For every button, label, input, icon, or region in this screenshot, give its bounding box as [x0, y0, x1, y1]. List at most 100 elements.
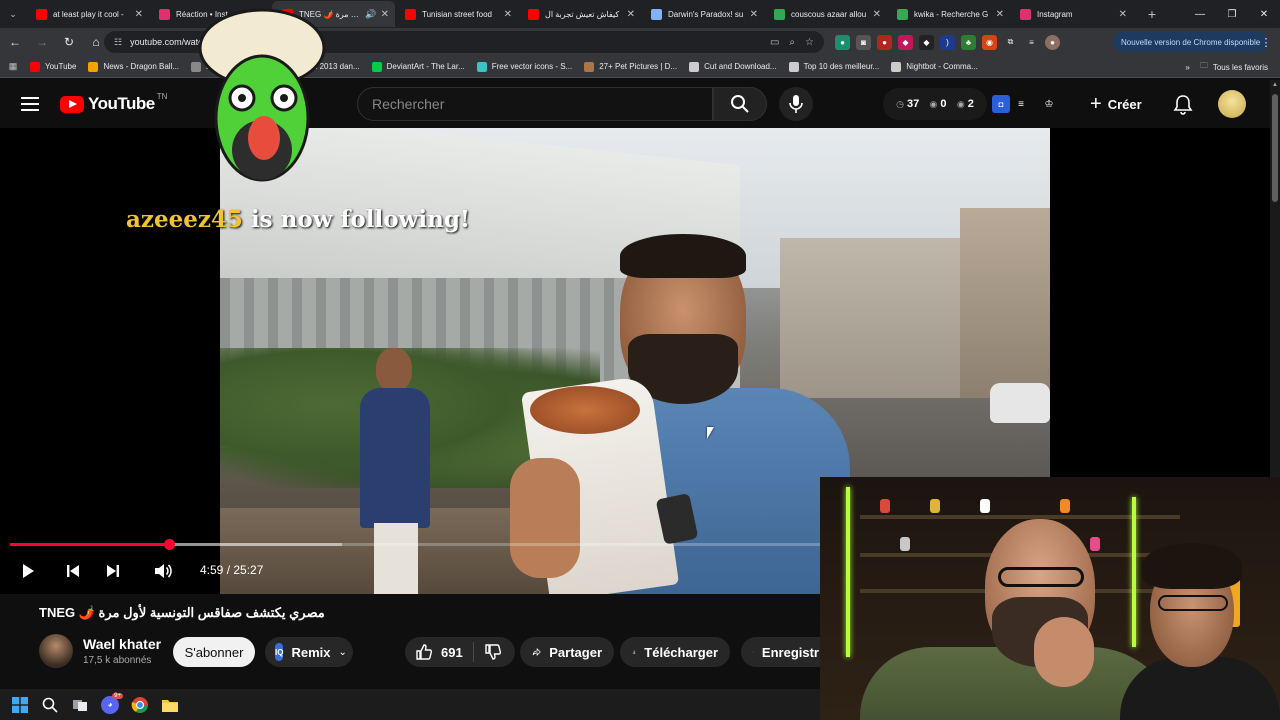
next-button[interactable] — [102, 560, 124, 582]
all-bookmarks[interactable]: 🗀 Tous les favoris — [1200, 60, 1268, 74]
close-window-icon[interactable]: ✕ — [1248, 0, 1280, 28]
figurine — [1060, 499, 1070, 513]
camera-extension-icon[interactable]: ◙ — [856, 34, 871, 50]
subscribe-button[interactable]: S'abonner — [173, 637, 255, 667]
extensions-puzzle-icon[interactable]: ⧉ — [1003, 35, 1018, 50]
tab-close-icon[interactable]: ✕ — [135, 9, 143, 20]
tab-favicon-icon — [405, 8, 416, 20]
volume-button[interactable] — [152, 560, 174, 582]
extension-orange-icon[interactable]: ◉ — [982, 34, 997, 50]
volume-icon — [155, 564, 172, 578]
queue-list-icon[interactable]: ≡ — [1012, 95, 1030, 113]
windows-start-icon[interactable] — [10, 695, 30, 715]
bookmark-item[interactable]: YouTube — [30, 61, 76, 72]
extension-red-icon[interactable]: ● — [877, 34, 892, 50]
figurine — [1090, 537, 1100, 551]
stat-views: ◉ 0 — [930, 98, 947, 110]
apps-grid-icon[interactable]: ▦ — [6, 60, 20, 74]
tab-title: Tunisian street food — [422, 9, 492, 19]
tab-audio-icon[interactable]: 🔊 — [365, 9, 376, 20]
extension-icon[interactable]: ● — [835, 34, 850, 50]
chrome-update-chip[interactable]: Nouvelle version de Chrome disponible — [1113, 32, 1269, 52]
back-icon[interactable]: ← — [3, 30, 27, 54]
bookmark-item[interactable]: News - Dragon Ball... — [88, 61, 179, 72]
tab-close-icon[interactable]: ✕ — [1119, 9, 1127, 20]
search-button[interactable] — [713, 87, 767, 121]
forward-icon[interactable]: → — [30, 30, 54, 54]
browser-tab[interactable]: كيفاش تعيش تجربة ال ✕ — [518, 1, 641, 27]
notifications-bell-icon[interactable] — [1172, 93, 1194, 115]
extension-green-icon[interactable]: ♣ — [961, 34, 976, 50]
bookmark-star-icon[interactable]: ☆ — [805, 37, 814, 48]
minimize-icon[interactable]: — — [1184, 0, 1216, 28]
site-info-icon[interactable]: ☷ — [114, 37, 122, 48]
discord-icon[interactable]: ◕ 9+ — [100, 692, 123, 715]
voice-search-button[interactable] — [779, 87, 813, 121]
bookmark-item[interactable]: Top 10 des meilleur... — [788, 61, 879, 72]
stat-viewers: ◉ 2 — [957, 98, 974, 110]
task-view-icon[interactable] — [70, 695, 90, 715]
channel-avatar[interactable] — [39, 634, 73, 668]
browser-tab[interactable]: at least play it cool - ✕ — [26, 1, 149, 27]
profile-icon[interactable]: ● — [1045, 34, 1060, 50]
zoom-icon[interactable]: ⌕ — [789, 37, 795, 48]
channel-name[interactable]: Wael khater — [83, 636, 161, 652]
crown-icon[interactable]: ♔ — [1040, 95, 1058, 113]
stat-viewers-value: 2 — [967, 98, 974, 110]
bookmark-item[interactable]: Nightbot - Comma... — [891, 61, 978, 72]
extension-dark-icon[interactable]: ◆ — [919, 34, 934, 50]
tab-close-icon[interactable]: ✕ — [996, 9, 1004, 20]
extension-stats-chip[interactable]: ◷ 37 ◉ 0 ◉ 2 — [883, 88, 987, 120]
chrome-menu-icon[interactable]: ⋮ — [1258, 32, 1274, 52]
extension-square-icon[interactable]: ◘ — [992, 95, 1010, 113]
browser-tab[interactable]: Darwin's Paradox! su ✕ — [641, 1, 764, 27]
extension-pink-icon[interactable]: ◆ — [898, 34, 913, 50]
bookmark-item[interactable]: Cut and Download... — [689, 61, 777, 72]
browser-tab[interactable]: kwika - Recherche G ✕ — [887, 1, 1010, 27]
tab-close-icon[interactable]: ✕ — [873, 9, 881, 20]
create-button[interactable]: + Créer — [1090, 88, 1152, 120]
youtube-logo-text: YouTube — [88, 94, 155, 113]
remix-button[interactable]: IQ Remix ⌄ — [265, 637, 353, 667]
tab-search-icon[interactable]: ⌄ — [0, 1, 26, 27]
scrollbar-thumb[interactable] — [1272, 94, 1278, 202]
play-button[interactable] — [17, 560, 39, 582]
new-tab-button[interactable]: + — [1139, 1, 1165, 27]
browser-tab[interactable]: Instagram ✕ — [1010, 1, 1133, 27]
reading-list-icon[interactable]: ≡ — [1024, 35, 1039, 50]
account-avatar[interactable] — [1218, 90, 1246, 118]
share-button[interactable]: Partager — [520, 637, 614, 667]
browser-tab[interactable]: Tunisian street food ✕ — [395, 1, 518, 27]
youtube-logo[interactable]: YouTube TN — [60, 92, 167, 114]
search-input[interactable] — [372, 96, 712, 112]
like-button[interactable]: 691 — [415, 643, 463, 661]
chrome-icon[interactable] — [130, 695, 150, 715]
scroll-up-icon[interactable]: ▲ — [1270, 82, 1280, 92]
download-button[interactable]: Télécharger — [620, 637, 730, 667]
cast-icon[interactable]: ▭ — [770, 37, 779, 48]
browser-tab[interactable]: couscous azaar allou ✕ — [764, 1, 887, 27]
dislike-button[interactable] — [484, 643, 502, 661]
reload-icon[interactable]: ↻ — [57, 30, 81, 54]
previous-button[interactable] — [62, 560, 84, 582]
bookmark-favicon-icon — [788, 61, 799, 72]
video-progress-bar[interactable] — [10, 539, 820, 550]
taskbar-search-icon[interactable] — [40, 695, 60, 715]
tab-close-icon[interactable]: ✕ — [627, 9, 635, 20]
tab-close-icon[interactable]: ✕ — [750, 9, 758, 20]
save-button[interactable]: Enregistr — [741, 637, 831, 667]
eye-icon: ◉ — [956, 98, 965, 109]
restore-icon[interactable]: ❐ — [1216, 0, 1248, 28]
menu-icon[interactable] — [20, 94, 40, 114]
extension-blue-icon[interactable]: ) — [940, 34, 955, 50]
bookmark-favicon-icon — [891, 61, 902, 72]
bookmark-item[interactable]: DeviantArt - The Lar... — [371, 61, 465, 72]
progress-scrubber[interactable] — [163, 539, 175, 550]
tab-favicon-icon — [1020, 8, 1031, 20]
tab-close-icon[interactable]: ✕ — [504, 9, 512, 20]
bookmark-item[interactable]: 27+ Pet Pictures | D... — [584, 61, 677, 72]
file-explorer-icon[interactable] — [160, 695, 180, 715]
more-bookmarks-icon[interactable]: » — [1185, 63, 1189, 72]
bookmark-item[interactable]: Free vector icons - S... — [476, 61, 572, 72]
tab-close-icon[interactable]: ✕ — [381, 9, 389, 20]
